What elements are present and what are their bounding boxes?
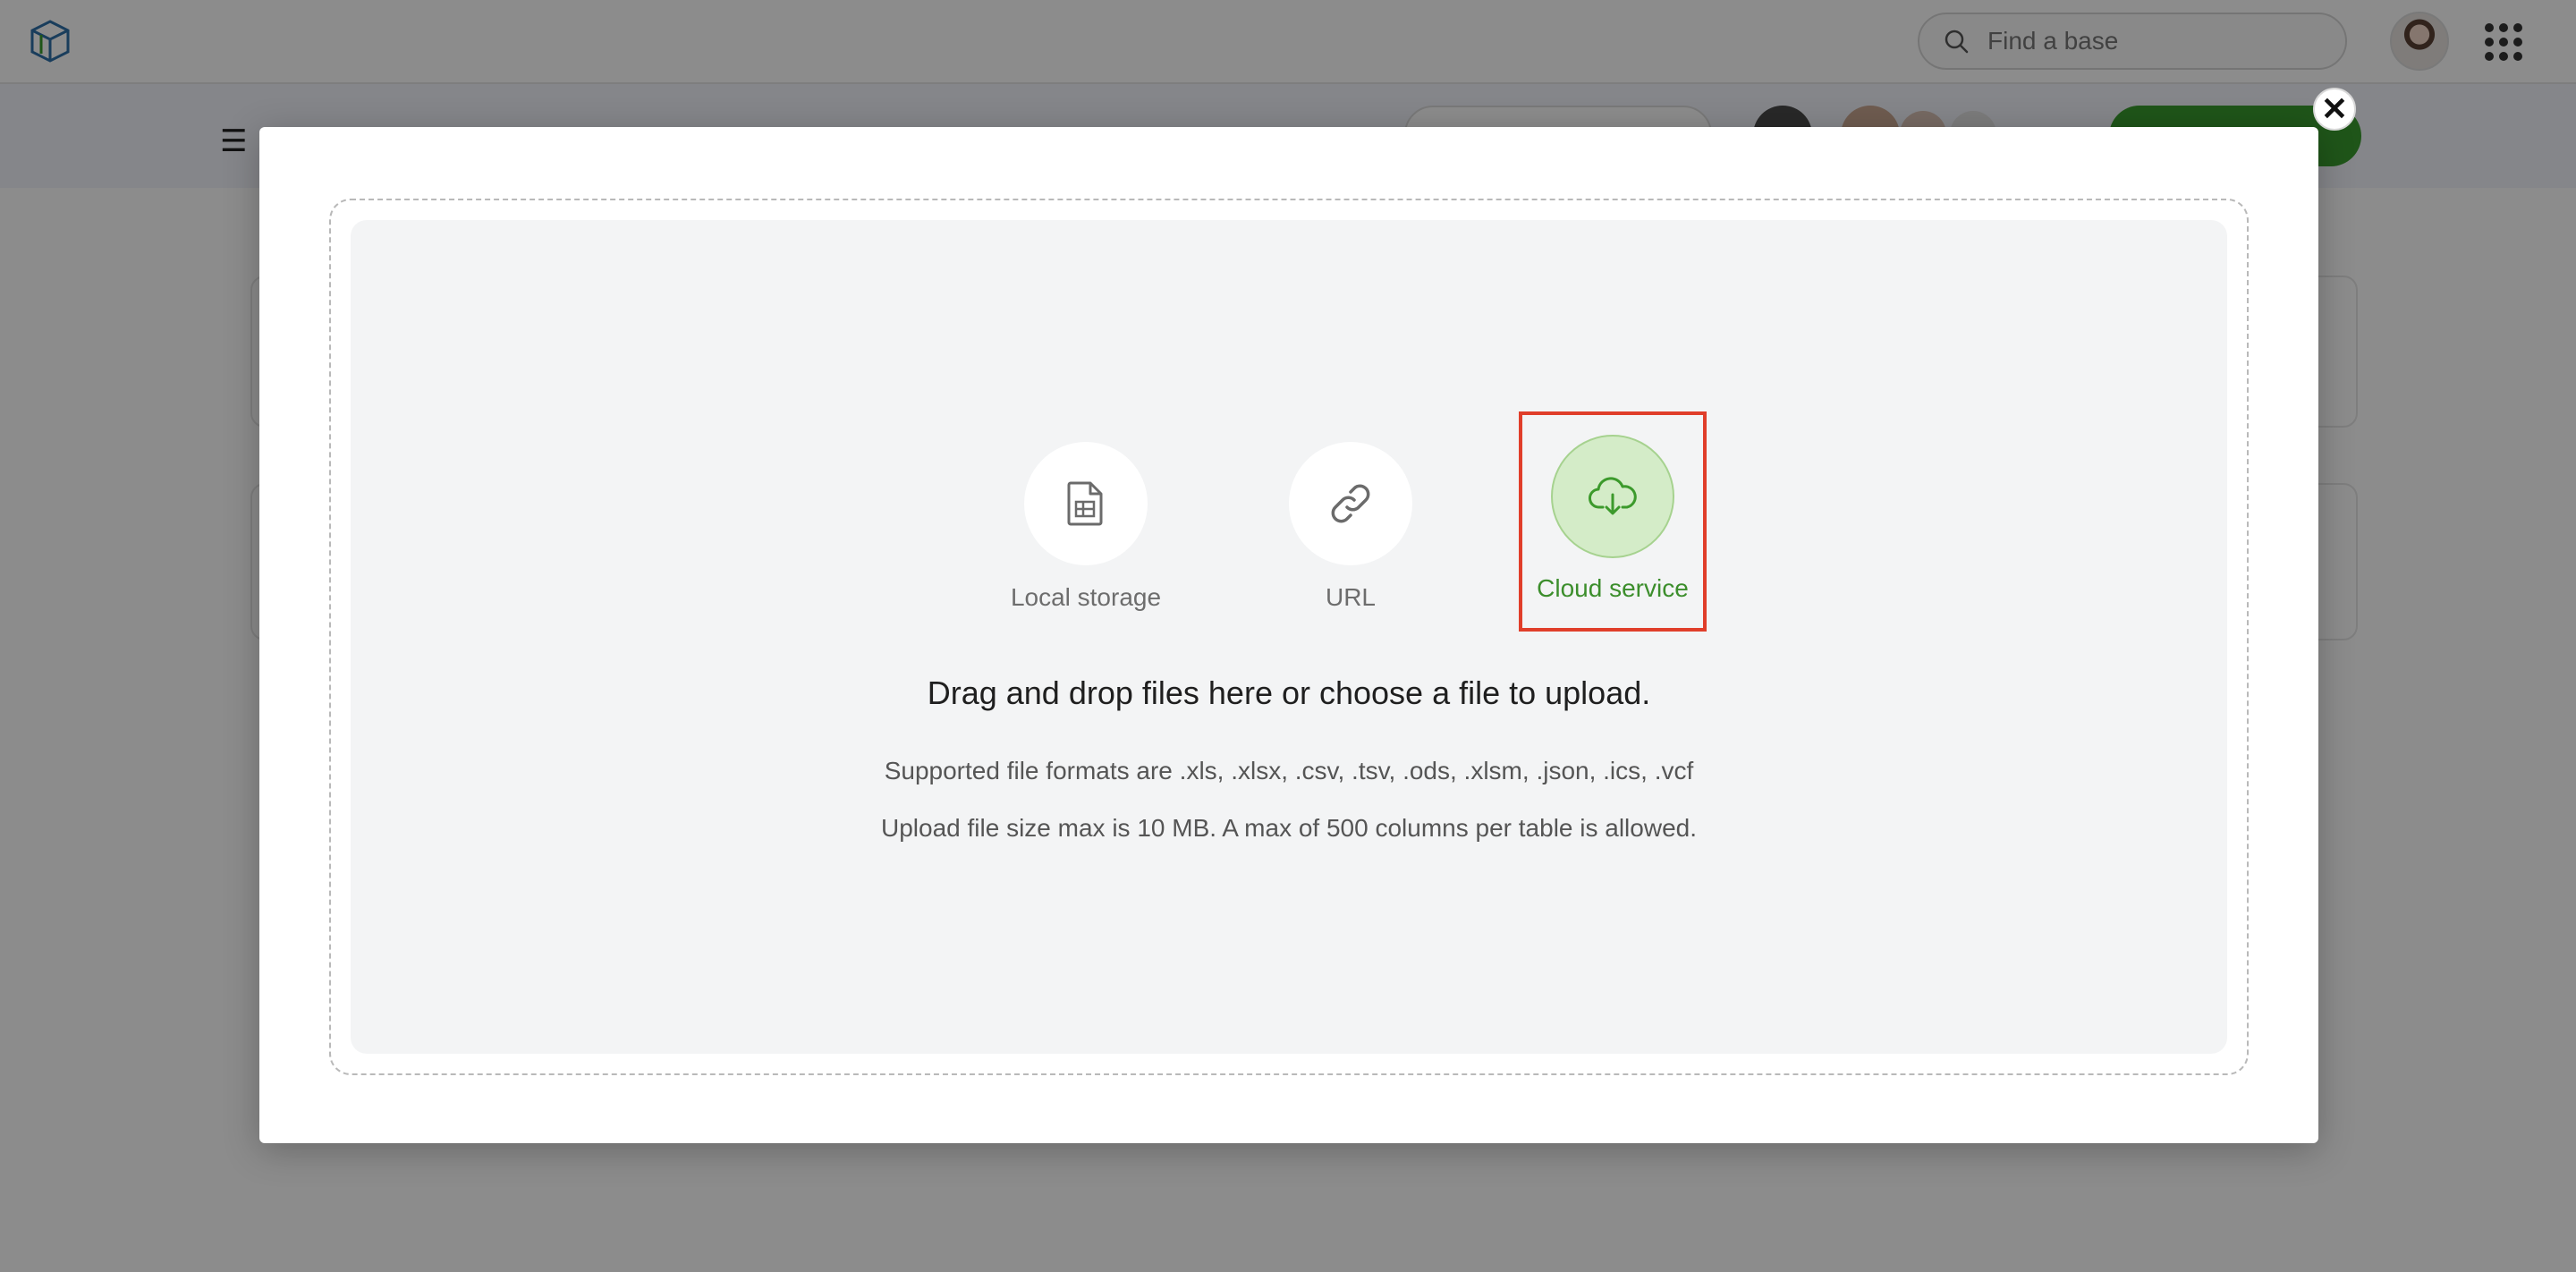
url-label: URL [1325, 583, 1376, 611]
local-storage-icon-circle [1024, 442, 1148, 565]
source-cloud-service[interactable]: Cloud service [1519, 411, 1707, 632]
spreadsheet-file-icon [1067, 481, 1103, 526]
cloud-download-icon [1589, 477, 1637, 515]
url-icon-circle [1289, 442, 1412, 565]
import-file-modal: Local storage URL Cloud service Drag and… [259, 127, 2318, 1143]
upload-limits-text: Upload file size max is 10 MB. A max of … [881, 814, 1697, 842]
link-icon [1331, 484, 1370, 523]
dropzone-heading: Drag and drop files here or choose a fil… [927, 674, 1651, 711]
source-url[interactable]: URL [1261, 428, 1440, 615]
dropzone-surface: Local storage URL Cloud service Drag and… [351, 220, 2227, 1054]
cloud-service-label: Cloud service [1537, 574, 1689, 602]
supported-formats-text: Supported file formats are .xls, .xlsx, … [884, 757, 1694, 784]
close-modal-button[interactable]: ✕ [2313, 88, 2356, 131]
local-storage-label: Local storage [1010, 583, 1162, 611]
source-local-storage[interactable]: Local storage [996, 428, 1175, 615]
file-dropzone[interactable]: Local storage URL Cloud service Drag and… [329, 199, 2249, 1075]
cloud-service-icon-circle [1551, 435, 1674, 558]
